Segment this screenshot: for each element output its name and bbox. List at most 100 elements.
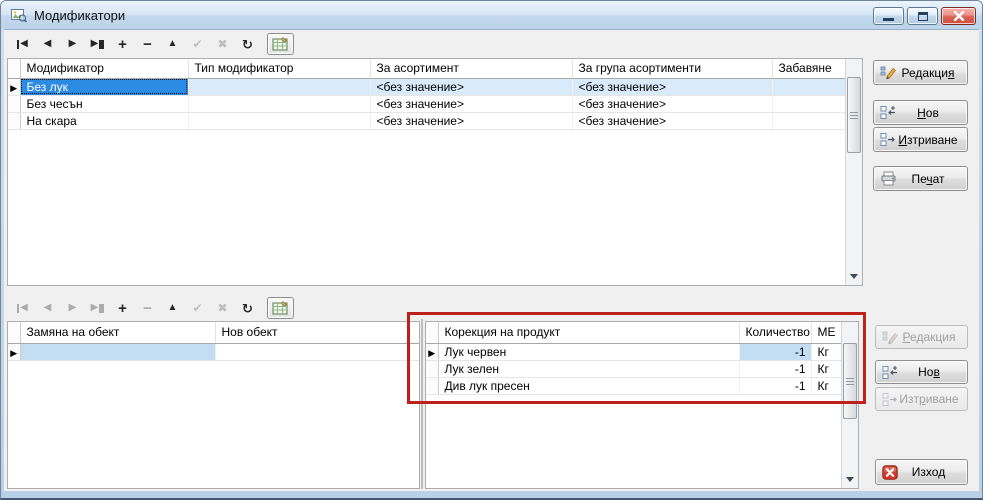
edit-icon: ▲ bbox=[168, 39, 178, 49]
nav-insert-button[interactable]: + bbox=[115, 301, 130, 316]
new-button-label: Нов bbox=[897, 106, 967, 120]
minimize-icon bbox=[883, 18, 894, 21]
current-row-arrow-icon: ▶ bbox=[428, 348, 435, 358]
row-indicator bbox=[426, 377, 438, 394]
title-bar[interactable]: Модификатори bbox=[1, 1, 982, 29]
close-button[interactable] bbox=[941, 7, 976, 25]
detail-new-button[interactable]: Нов bbox=[875, 360, 968, 384]
grid-cell[interactable]: <без значение> bbox=[572, 78, 772, 95]
nav-delete-button[interactable]: − bbox=[140, 301, 155, 316]
grid-cell[interactable]: <без значение> bbox=[572, 95, 772, 112]
table-row[interactable]: Лук зелен -1 Кг bbox=[426, 360, 843, 377]
table-row[interactable]: На скара <без значение> <без значение> bbox=[8, 112, 847, 129]
product-correction-grid: Корекция на продукт Количество МЕ ▶ Лук … bbox=[425, 321, 859, 489]
vertical-scrollbar[interactable] bbox=[845, 59, 862, 285]
last-bar-icon bbox=[99, 40, 104, 49]
grid-cell[interactable]: Лук зелен bbox=[438, 360, 739, 377]
nav-edit-button[interactable]: ▲ bbox=[165, 303, 180, 313]
nav-first-button[interactable]: ◀ bbox=[15, 39, 30, 49]
caption-buttons bbox=[873, 7, 976, 25]
exit-button-label: Изход bbox=[898, 465, 967, 479]
nav-cancel-button[interactable]: ✖ bbox=[215, 302, 230, 314]
panel-splitter[interactable] bbox=[421, 319, 423, 489]
nav-post-button[interactable]: ✔ bbox=[190, 38, 205, 50]
nav-prior-button[interactable]: ◀ bbox=[40, 39, 55, 49]
nav-edit-button[interactable]: ▲ bbox=[165, 39, 180, 49]
window-title: Модификатори bbox=[34, 8, 125, 23]
scroll-down-button[interactable] bbox=[846, 268, 862, 285]
grid-cell[interactable]: Без чесън bbox=[20, 95, 188, 112]
column-header-assortment: За асортимент bbox=[370, 59, 572, 78]
grid-cell[interactable] bbox=[772, 95, 847, 112]
edit-icon: ▲ bbox=[168, 303, 178, 313]
scroll-down-icon bbox=[846, 477, 854, 482]
nav-cancel-button[interactable]: ✖ bbox=[215, 38, 230, 50]
column-header-product-correction: Корекция на продукт bbox=[438, 322, 739, 343]
table-row[interactable]: Див лук пресен -1 Кг bbox=[426, 377, 843, 394]
edit-button[interactable]: Редакция bbox=[873, 60, 968, 85]
cancel-icon: ✖ bbox=[217, 38, 227, 50]
nav-first-button[interactable]: ◀ bbox=[15, 303, 30, 313]
nav-post-button[interactable]: ✔ bbox=[190, 302, 205, 314]
grid-cell[interactable]: Лук червен bbox=[438, 343, 739, 360]
nav-insert-button[interactable]: + bbox=[115, 37, 130, 52]
grid-cell[interactable]: Без лук bbox=[20, 78, 188, 95]
grid-cell[interactable]: <без значение> bbox=[572, 112, 772, 129]
scrollbar-thumb[interactable] bbox=[843, 343, 857, 419]
detail-delete-button[interactable]: Изтриване bbox=[875, 387, 968, 411]
exit-button[interactable]: Изход bbox=[875, 459, 968, 485]
nav-refresh-button[interactable]: ↻ bbox=[240, 38, 255, 51]
nav-delete-button[interactable]: − bbox=[140, 37, 155, 52]
nav-prior-button[interactable]: ◀ bbox=[40, 303, 55, 313]
new-button[interactable]: Нов bbox=[873, 100, 968, 125]
grid-cell[interactable]: -1 bbox=[739, 343, 811, 360]
print-button-label: Печат bbox=[897, 172, 967, 186]
vertical-scrollbar[interactable] bbox=[841, 322, 858, 488]
nav-last-button[interactable]: ▶ bbox=[90, 303, 105, 313]
scroll-down-icon bbox=[850, 274, 858, 279]
maximize-button[interactable] bbox=[907, 7, 938, 25]
scroll-up-button[interactable] bbox=[846, 59, 862, 76]
grid-cell[interactable]: На скара bbox=[20, 112, 188, 129]
scroll-up-button[interactable] bbox=[842, 322, 858, 339]
nav-next-button[interactable]: ▶ bbox=[65, 303, 80, 313]
grid-cell[interactable] bbox=[188, 78, 370, 95]
grid-cell[interactable] bbox=[188, 95, 370, 112]
detail-edit-button[interactable]: Редакция bbox=[875, 325, 968, 349]
indicator-column-header bbox=[426, 322, 438, 343]
grid-cell[interactable] bbox=[215, 343, 420, 360]
nav-refresh-button[interactable]: ↻ bbox=[240, 302, 255, 315]
grid-cell[interactable]: -1 bbox=[739, 377, 811, 394]
replace-grid-header-row: Замяна на обект Нов обект bbox=[8, 322, 420, 343]
grid-cell[interactable]: Див лук пресен bbox=[438, 377, 739, 394]
grid-cell[interactable]: Кг bbox=[811, 377, 843, 394]
grid-cell[interactable] bbox=[20, 343, 215, 360]
table-row[interactable]: Без чесън <без значение> <без значение> bbox=[8, 95, 847, 112]
grid-cell[interactable] bbox=[772, 78, 847, 95]
grid-cell[interactable]: Кг bbox=[811, 343, 843, 360]
grid-cell[interactable] bbox=[772, 112, 847, 129]
nav-last-button[interactable]: ▶ bbox=[90, 39, 105, 49]
minimize-button[interactable] bbox=[873, 7, 904, 25]
scrollbar-thumb[interactable] bbox=[847, 77, 861, 153]
insert-icon: + bbox=[118, 37, 127, 52]
table-row[interactable]: ▶ bbox=[8, 343, 420, 360]
scroll-down-button[interactable] bbox=[842, 471, 858, 488]
row-indicator: ▶ bbox=[8, 343, 20, 360]
print-button[interactable]: Печат bbox=[873, 166, 968, 191]
grid-edit-toggle-button[interactable] bbox=[267, 297, 294, 319]
app-window: Модификатори ◀ ◀ ▶ ▶ + − ▲ ✔ ✖ ↻ bbox=[0, 0, 983, 500]
table-row[interactable]: ▶ Лук червен -1 Кг bbox=[426, 343, 843, 360]
grid-cell[interactable]: <без значение> bbox=[370, 95, 572, 112]
grid-cell[interactable]: <без значение> bbox=[370, 78, 572, 95]
grid-cell[interactable]: <без значение> bbox=[370, 112, 572, 129]
grid-edit-toggle-button[interactable] bbox=[267, 33, 294, 55]
nav-next-button[interactable]: ▶ bbox=[65, 39, 80, 49]
grid-cell[interactable]: Кг bbox=[811, 360, 843, 377]
table-row[interactable]: ▶ Без лук <без значение> <без значение> bbox=[8, 78, 847, 95]
post-icon: ✔ bbox=[192, 38, 202, 50]
grid-cell[interactable] bbox=[188, 112, 370, 129]
edit-button-label: Редакция bbox=[897, 66, 967, 80]
delete-button[interactable]: Изтриване bbox=[873, 127, 968, 152]
grid-cell[interactable]: -1 bbox=[739, 360, 811, 377]
